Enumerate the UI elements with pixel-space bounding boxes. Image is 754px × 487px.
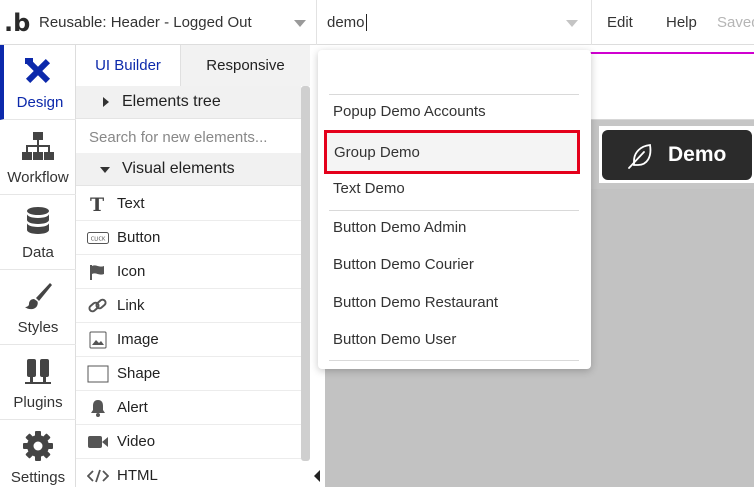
database-icon xyxy=(27,207,49,234)
element-alert[interactable]: Alert xyxy=(76,391,301,425)
element-label: Alert xyxy=(117,399,148,416)
element-icon[interactable]: Icon xyxy=(76,255,301,289)
search-elements-placeholder: Search for new elements... xyxy=(89,128,268,146)
link-icon xyxy=(88,298,107,313)
rail-item-plugins[interactable]: Plugins xyxy=(0,345,76,420)
dropdown-item[interactable]: Popup Demo Accounts xyxy=(326,93,579,129)
element-label: Shape xyxy=(117,365,161,382)
rail-label: Data xyxy=(22,244,54,261)
svg-text:T: T xyxy=(90,195,104,213)
element-text[interactable]: T Text xyxy=(76,187,301,221)
dropdown-item-highlighted[interactable]: Group Demo xyxy=(324,130,580,174)
svg-text:CLICK: CLICK xyxy=(91,237,106,243)
element-label: Icon xyxy=(117,263,146,280)
element-video[interactable]: Video xyxy=(76,425,301,459)
rail-label: Plugins xyxy=(13,394,63,411)
workflow-icon xyxy=(22,132,54,160)
element-label: Video xyxy=(117,433,156,450)
text-icon: T xyxy=(90,195,104,213)
caret-right-icon xyxy=(103,97,109,107)
element-label: Button xyxy=(117,229,161,246)
rail-label: Design xyxy=(16,94,64,111)
dropdown-item[interactable]: Button Demo Courier xyxy=(326,246,579,282)
element-html[interactable]: HTML xyxy=(76,459,301,487)
video-icon xyxy=(88,436,108,448)
page-selector-value: Reusable: Header - Logged Out xyxy=(39,14,252,31)
caret-left-icon xyxy=(314,470,320,482)
panel-tabs: UI Builder Responsive xyxy=(76,45,310,86)
rail-item-styles[interactable]: Styles xyxy=(0,270,76,345)
search-results-dropdown: Popup Demo Accounts Group Demo Text Demo… xyxy=(318,50,591,369)
rail-label: Settings xyxy=(10,469,66,486)
panel-scrollbar[interactable] xyxy=(301,86,310,461)
button-icon: CLICK xyxy=(87,232,109,244)
search-elements-input[interactable]: Search for new elements... xyxy=(76,120,301,155)
elements-tree-label: Elements tree xyxy=(122,93,221,110)
image-icon xyxy=(89,331,107,349)
element-label: Image xyxy=(117,331,159,348)
help-menu[interactable]: Help xyxy=(666,0,697,45)
gear-icon xyxy=(23,431,53,461)
element-button[interactable]: CLICK Button xyxy=(76,221,301,255)
ui-builder-panel: UI Builder Responsive Elements tree Sear… xyxy=(76,45,310,487)
element-label: HTML xyxy=(117,467,158,484)
demo-button-label: Demo xyxy=(668,143,727,166)
design-icon xyxy=(25,58,51,84)
element-search-input[interactable]: demo xyxy=(317,0,592,45)
shape-icon xyxy=(87,365,109,383)
element-shape[interactable]: Shape xyxy=(76,357,301,391)
tab-responsive[interactable]: Responsive xyxy=(181,45,310,86)
top-bar: .b Reusable: Header - Logged Out demo Ed… xyxy=(0,0,754,45)
element-label: Link xyxy=(117,297,145,314)
visual-elements-toggle[interactable]: Visual elements xyxy=(76,153,301,186)
plug-icon xyxy=(25,359,51,384)
flag-icon xyxy=(90,265,104,280)
dropdown-item[interactable]: Button Demo Restaurant xyxy=(326,284,579,320)
element-link[interactable]: Link xyxy=(76,289,301,323)
element-search-value: demo xyxy=(327,14,365,31)
chevron-down-icon xyxy=(294,20,306,27)
rail-item-data[interactable]: Data xyxy=(0,195,76,270)
saved-status: Saved xyxy=(717,14,754,31)
rail-item-design[interactable]: Design xyxy=(0,45,76,120)
rail-label: Styles xyxy=(17,319,59,336)
bell-icon xyxy=(91,400,105,417)
rail-label: Workflow xyxy=(7,169,69,186)
visual-elements-label: Visual elements xyxy=(122,160,235,177)
element-label: Text xyxy=(117,195,145,212)
rail-item-workflow[interactable]: Workflow xyxy=(0,120,76,195)
tab-ui-builder[interactable]: UI Builder xyxy=(76,45,181,86)
element-image[interactable]: Image xyxy=(76,323,301,357)
rail-item-settings[interactable]: Settings xyxy=(0,420,76,487)
dropdown-item[interactable]: Text Demo xyxy=(326,170,579,206)
bubble-logo[interactable]: .b xyxy=(0,0,30,45)
chevron-down-icon xyxy=(566,20,578,27)
page-selector[interactable]: Reusable: Header - Logged Out xyxy=(30,0,317,45)
left-rail: Design Workflow Data Styles Plugins Sett… xyxy=(0,45,76,487)
code-icon xyxy=(87,469,109,483)
text-cursor xyxy=(365,14,367,31)
feather-icon xyxy=(628,144,652,169)
dropdown-item[interactable]: Button Demo Admin xyxy=(326,209,579,245)
caret-down-icon xyxy=(100,167,110,173)
demo-button[interactable]: Demo xyxy=(602,130,752,180)
brush-icon xyxy=(25,283,52,310)
divider xyxy=(329,360,579,361)
dropdown-item[interactable]: Button Demo User xyxy=(326,321,579,357)
edit-menu[interactable]: Edit xyxy=(607,0,633,45)
elements-tree-toggle[interactable]: Elements tree xyxy=(76,86,301,119)
